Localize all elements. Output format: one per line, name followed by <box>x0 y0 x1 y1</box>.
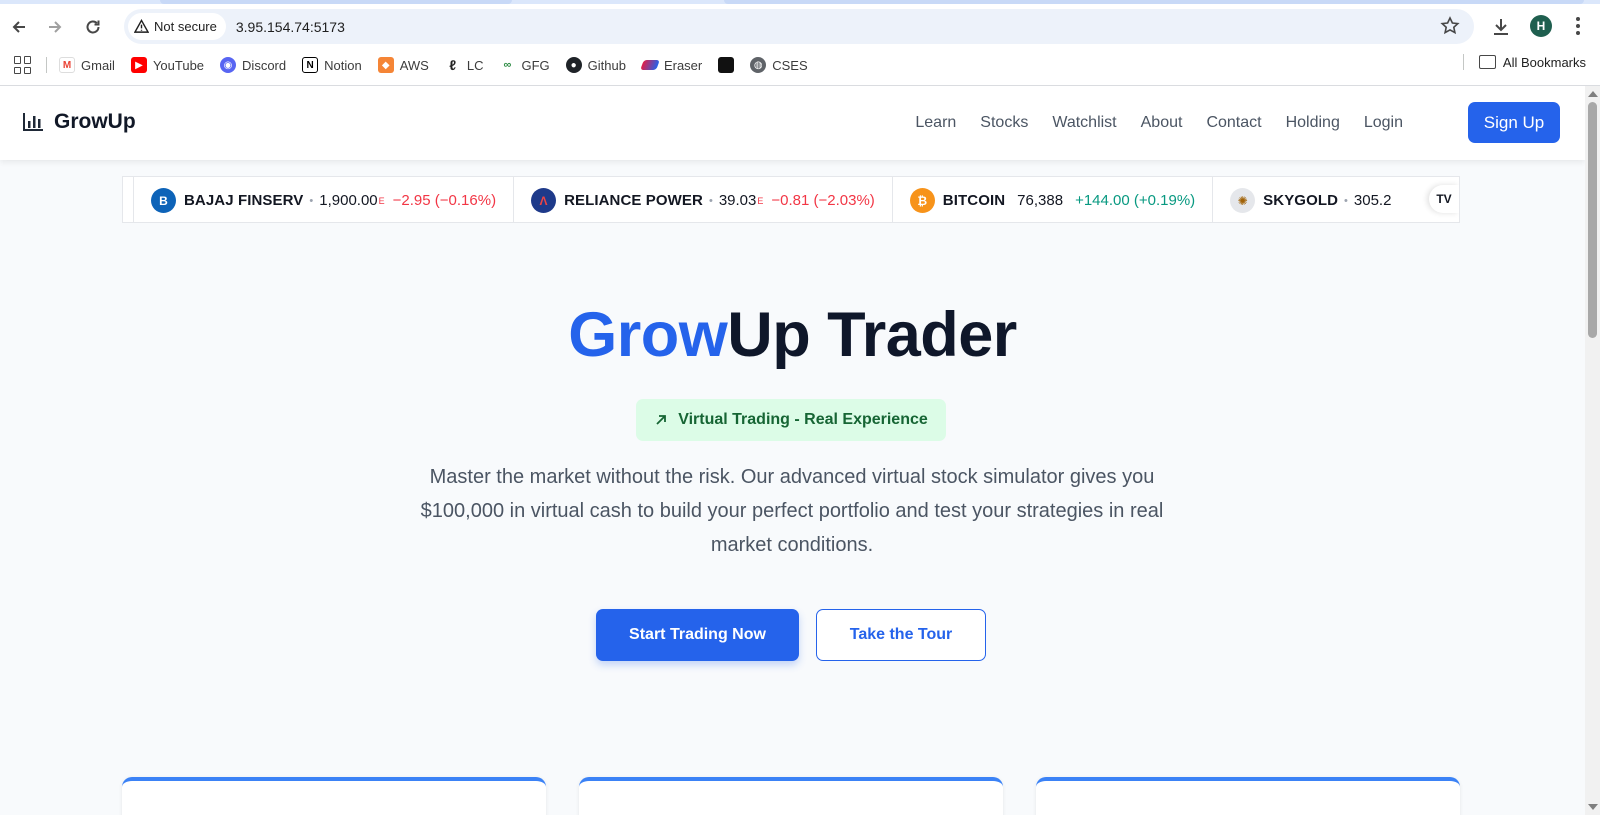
bookmark-aws[interactable]: ◆ AWS <box>370 52 437 78</box>
back-arrow-icon[interactable] <box>4 12 34 42</box>
feature-card <box>1036 777 1460 815</box>
tradingview-logo-icon[interactable]: TV <box>1429 185 1459 213</box>
scroll-down-arrow-icon[interactable] <box>1588 804 1598 810</box>
start-trading-button[interactable]: Start Trading Now <box>596 609 799 661</box>
nav-contact[interactable]: Contact <box>1194 114 1273 132</box>
bookmark-lc[interactable]: ℓ LC <box>437 52 492 78</box>
tab-strip <box>0 0 1600 4</box>
bar-chart-icon <box>23 113 43 131</box>
bookmark-discord[interactable]: ◉ Discord <box>212 52 294 78</box>
feature-card <box>122 777 546 815</box>
nav-login[interactable]: Login <box>1352 114 1415 132</box>
ticker-item[interactable]: B BAJAJ FINSERV • 1,900.00 E −2.95 (−0.1… <box>133 177 513 222</box>
sign-up-button[interactable]: Sign Up <box>1468 102 1560 143</box>
nav-links: Learn Stocks Watchlist About Contact Hol… <box>903 86 1415 160</box>
page-scrollbar[interactable] <box>1585 86 1600 815</box>
browser-chrome: Not secure 3.95.154.74:5173 H M Gmail ▶ … <box>0 0 1600 86</box>
folder-icon <box>1478 55 1496 69</box>
nav-about[interactable]: About <box>1129 114 1195 132</box>
security-label: Not secure <box>154 19 217 34</box>
address-bar[interactable]: Not secure 3.95.154.74:5173 <box>124 9 1474 44</box>
ticker-item[interactable]: ₿ BITCOIN 76,388 +144.00 (+0.19%) <box>891 177 1212 222</box>
nav-stocks[interactable]: Stocks <box>968 114 1040 132</box>
youtube-icon: ▶ <box>130 57 147 73</box>
forward-arrow-icon[interactable] <box>40 12 70 42</box>
bookmark-eraser[interactable]: Eraser <box>634 52 710 78</box>
bookmark-gfg[interactable]: ∞ GFG <box>491 52 557 78</box>
reload-icon[interactable] <box>78 12 108 42</box>
gfg-icon: ∞ <box>503 59 512 71</box>
bookmarks-bar: M Gmail ▶ YouTube ◉ Discord N Notion ◆ A… <box>0 50 1600 80</box>
bookmark-gmail[interactable]: M Gmail <box>51 52 123 78</box>
nav-holding[interactable]: Holding <box>1274 114 1352 132</box>
bitcoin-logo-icon: ₿ <box>909 188 935 213</box>
hero-tag-badge: Virtual Trading - Real Experience <box>636 399 946 441</box>
nav-watchlist[interactable]: Watchlist <box>1040 114 1128 132</box>
discord-icon: ◉ <box>220 57 237 73</box>
gmail-icon: M <box>59 57 75 73</box>
ticker-track: B BAJAJ FINSERV • 1,900.00 E −2.95 (−0.1… <box>133 177 1408 222</box>
security-chip[interactable]: Not secure <box>128 13 226 40</box>
nav-learn[interactable]: Learn <box>903 114 968 132</box>
hero-tag-text: Virtual Trading - Real Experience <box>678 411 928 428</box>
profile-avatar[interactable]: H <box>1530 15 1552 37</box>
hero-title-rest: Up Trader <box>727 300 1017 370</box>
eraser-icon <box>640 60 660 70</box>
bajaj-logo-icon: B <box>151 188 176 213</box>
page-viewport: GrowUp Learn Stocks Watchlist About Cont… <box>0 86 1585 815</box>
bookmark-github[interactable]: ● Github <box>558 52 634 78</box>
scroll-thumb[interactable] <box>1588 102 1597 338</box>
leetcode-icon: ℓ <box>449 57 457 73</box>
brand-name: GrowUp <box>54 110 136 133</box>
brand-logo[interactable]: GrowUp <box>22 110 136 134</box>
browser-menu-icon[interactable] <box>1568 14 1588 38</box>
feature-card <box>579 777 1003 815</box>
ticker-item[interactable]: Λ RELIANCE POWER • 39.03 E −0.81 (−2.03%… <box>513 177 892 222</box>
bookmark-notion[interactable]: N Notion <box>294 52 370 78</box>
skygold-logo-icon: ✺ <box>1230 188 1256 213</box>
bookmark-cses[interactable]: ◍ CSES <box>742 52 815 78</box>
scroll-up-arrow-icon[interactable] <box>1588 91 1598 97</box>
globe-icon: ◍ <box>750 57 767 73</box>
bookmark-unnamed[interactable] <box>710 52 742 78</box>
hero-title: GrowUp Trader <box>0 299 1585 371</box>
reliance-logo-icon: Λ <box>531 188 557 213</box>
ticker-item[interactable]: ✺ SKYGOLD • 305.2 <box>1212 177 1408 222</box>
hero-description: Master the market without the risk. Our … <box>420 466 1164 556</box>
hero-title-accent: Grow <box>568 300 728 370</box>
take-tour-button[interactable]: Take the Tour <box>816 609 986 661</box>
warning-icon <box>134 19 149 33</box>
site-navbar: GrowUp Learn Stocks Watchlist About Cont… <box>0 86 1585 160</box>
apps-grid-icon[interactable] <box>14 56 32 74</box>
all-bookmarks-button[interactable]: All Bookmarks <box>1459 54 1586 70</box>
aws-icon: ◆ <box>377 57 394 73</box>
url-text[interactable]: 3.95.154.74:5173 <box>236 19 345 35</box>
arrow-up-right-icon <box>656 415 667 425</box>
bookmark-star-icon[interactable] <box>1440 16 1460 36</box>
dark-square-icon <box>718 57 735 73</box>
stock-ticker-tape: B BAJAJ FINSERV • 1,900.00 E −2.95 (−0.1… <box>122 176 1460 223</box>
bookmark-youtube[interactable]: ▶ YouTube <box>123 52 212 78</box>
download-icon[interactable] <box>1488 14 1514 40</box>
github-icon: ● <box>565 57 582 73</box>
notion-icon: N <box>302 57 319 73</box>
